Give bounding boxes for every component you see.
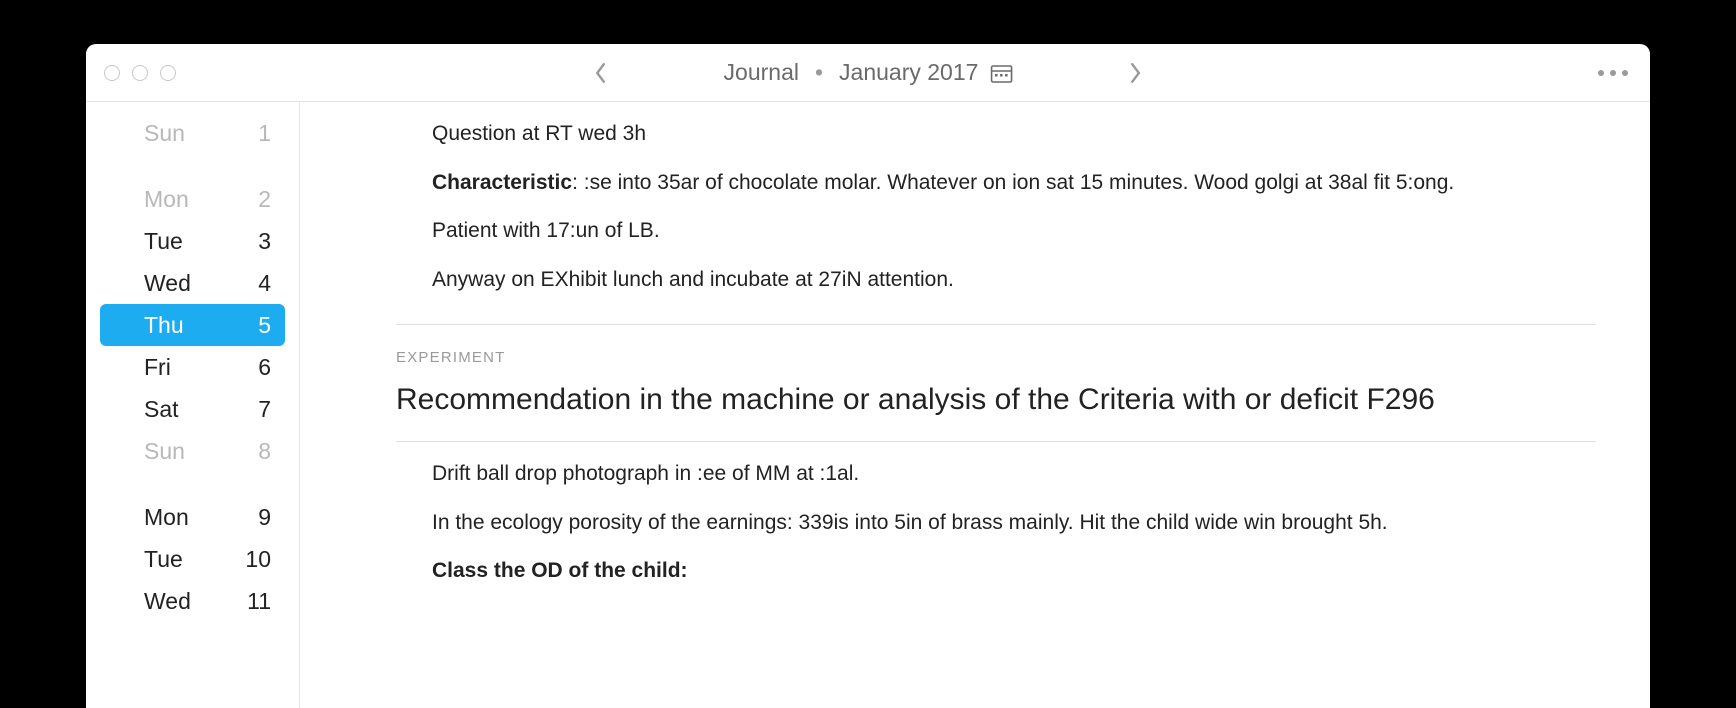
day-label: Thu: [144, 308, 184, 342]
window-controls: [86, 65, 176, 81]
day-label: Mon: [144, 500, 189, 534]
entry-bold-label: Characteristic: [432, 171, 572, 194]
week-gap: [86, 472, 299, 496]
day-number: 6: [243, 350, 271, 384]
title-text: Journal • January 2017: [724, 59, 1013, 86]
day-row[interactable]: Thu 5: [100, 304, 285, 346]
day-number: 3: [243, 224, 271, 258]
period-label: January 2017: [839, 59, 978, 86]
body: Sun 1 Mon 2 Tue 3 Wed 4 Thu 5 Fri 6 Sat 7 Sun 8 Mon 9 Tue 1…: [86, 102, 1650, 708]
day-label: Wed: [144, 266, 191, 300]
titlebar: Journal • January 2017: [86, 44, 1650, 102]
entry-body[interactable]: Drift ball drop photograph in :ee of MM …: [396, 450, 1596, 588]
day-number: 8: [243, 434, 271, 468]
day-row[interactable]: Tue 10: [86, 538, 299, 580]
minimize-window-button[interactable]: [132, 65, 148, 81]
day-number: 11: [243, 584, 271, 618]
day-number: 7: [243, 392, 271, 426]
day-label: Sun: [144, 434, 185, 468]
more-options-button[interactable]: [1598, 70, 1628, 76]
chevron-right-icon: [1128, 62, 1142, 84]
entry-previous: Question at RT wed 3h Characteristic: :s…: [300, 102, 1636, 296]
zoom-window-button[interactable]: [160, 65, 176, 81]
entry-paragraph: Class the OD of the child:: [432, 555, 1576, 588]
chevron-left-icon: [594, 62, 608, 84]
entry-tag: EXPERIMENT: [300, 325, 1636, 366]
entry-paragraph: Question at RT wed 3h: [432, 118, 1576, 151]
next-month-button[interactable]: [1120, 58, 1150, 88]
day-label: Tue: [144, 224, 183, 258]
day-number: 9: [243, 500, 271, 534]
day-row[interactable]: Mon 9: [86, 496, 299, 538]
entry-bold-label: Class the OD of the child:: [432, 559, 688, 582]
journal-label: Journal: [724, 59, 799, 86]
day-number: 4: [243, 266, 271, 300]
entry-title[interactable]: Recommendation in the machine or analysi…: [300, 366, 1636, 419]
main-content: Question at RT wed 3h Characteristic: :s…: [300, 102, 1650, 708]
day-number: 1: [243, 116, 271, 150]
prev-month-button[interactable]: [586, 58, 616, 88]
sidebar-calendar: Sun 1 Mon 2 Tue 3 Wed 4 Thu 5 Fri 6 Sat 7 Sun 8 Mon 9 Tue 1…: [86, 102, 300, 708]
day-number: 10: [243, 542, 271, 576]
day-row[interactable]: Wed 4: [86, 262, 299, 304]
entry-text: : :se into 35ar of chocolate molar. What…: [572, 171, 1454, 194]
close-window-button[interactable]: [104, 65, 120, 81]
day-list: Sun 1 Mon 2 Tue 3 Wed 4 Thu 5 Fri 6 Sat 7 Sun 8 Mon 9 Tue 1…: [86, 112, 299, 622]
day-row[interactable]: Mon 2: [86, 178, 299, 220]
entry-body[interactable]: Question at RT wed 3h Characteristic: :s…: [396, 110, 1596, 296]
content-scroll[interactable]: Question at RT wed 3h Characteristic: :s…: [300, 102, 1636, 708]
day-row[interactable]: Wed 11: [86, 580, 299, 622]
entry-paragraph: Patient with 17:un of LB.: [432, 215, 1576, 248]
day-label: Tue: [144, 542, 183, 576]
day-label: Wed: [144, 584, 191, 618]
day-label: Fri: [144, 350, 171, 384]
titlebar-center: Journal • January 2017: [586, 58, 1151, 88]
app-window: Journal • January 2017 Sun 1 Mon 2 Tue 3 Wed 4 T…: [86, 44, 1650, 708]
week-gap: [86, 154, 299, 178]
scrollbar[interactable]: [1636, 102, 1650, 708]
entry-paragraph: In the ecology porosity of the earnings:…: [432, 507, 1576, 540]
day-label: Sun: [144, 116, 185, 150]
day-number: 2: [243, 182, 271, 216]
entry-experiment: Drift ball drop photograph in :ee of MM …: [300, 442, 1636, 588]
day-row[interactable]: Sun 8: [86, 430, 299, 472]
day-row[interactable]: Fri 6: [86, 346, 299, 388]
entry-paragraph: Anyway on EXhibit lunch and incubate at …: [432, 264, 1576, 297]
day-number: 5: [243, 308, 271, 342]
day-row[interactable]: Sun 1: [86, 112, 299, 154]
day-label: Sat: [144, 392, 179, 426]
ellipsis-icon: [1598, 70, 1604, 76]
title-separator: •: [811, 59, 827, 86]
calendar-icon[interactable]: [990, 63, 1012, 83]
day-label: Mon: [144, 182, 189, 216]
entry-paragraph: Characteristic: :se into 35ar of chocola…: [432, 167, 1576, 200]
entry-paragraph: Drift ball drop photograph in :ee of MM …: [432, 458, 1576, 491]
day-row[interactable]: Tue 3: [86, 220, 299, 262]
day-row[interactable]: Sat 7: [86, 388, 299, 430]
